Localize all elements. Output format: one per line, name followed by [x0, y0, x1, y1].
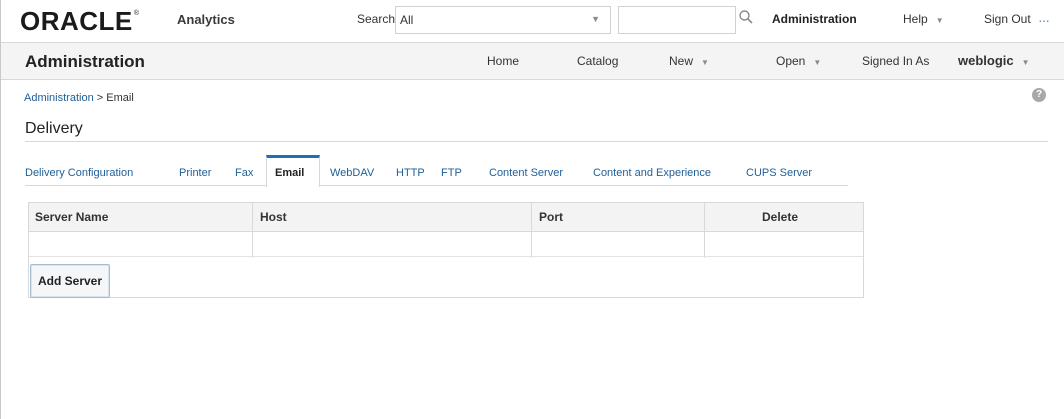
- section-title: Delivery: [25, 120, 83, 137]
- chevron-down-icon: ▼: [935, 16, 944, 25]
- app-window: ORACLE® Analytics Search All ▼ Administr…: [0, 0, 1064, 419]
- section-divider: [25, 141, 1048, 142]
- column-header-server-name[interactable]: Server Name: [35, 210, 108, 224]
- help-icon[interactable]: ?: [1032, 88, 1046, 102]
- new-label: New: [669, 54, 694, 68]
- tab-webdav[interactable]: WebDAV: [330, 167, 374, 179]
- breadcrumb-current: Email: [106, 92, 134, 104]
- tab-http[interactable]: HTTP: [396, 167, 425, 179]
- search-label: Search: [357, 12, 396, 26]
- chevron-down-icon: ▼: [591, 14, 600, 24]
- help-menu[interactable]: Help ▼: [903, 12, 944, 26]
- breadcrumb-separator: >: [96, 92, 104, 104]
- new-menu[interactable]: New ▼: [669, 54, 709, 68]
- search-scope-value: All: [400, 13, 414, 27]
- tab-delivery-configuration[interactable]: Delivery Configuration: [25, 167, 133, 179]
- column-header-port[interactable]: Port: [539, 210, 563, 224]
- tab-cups-server[interactable]: CUPS Server: [746, 167, 812, 179]
- signed-in-as-label: Signed In As: [862, 54, 930, 68]
- product-name: Analytics: [177, 12, 235, 27]
- table-header: Server Name Host Port Delete: [29, 203, 863, 232]
- sign-out-link[interactable]: Sign Out: [984, 12, 1031, 26]
- more-icon[interactable]: ···: [1038, 12, 1050, 28]
- breadcrumb: Administration > Email: [24, 92, 134, 104]
- chevron-down-icon: ▼: [1021, 58, 1030, 67]
- add-server-button[interactable]: Add Server: [30, 264, 110, 298]
- user-name: weblogic: [958, 53, 1014, 68]
- home-link[interactable]: Home: [487, 54, 519, 68]
- top-bar: ORACLE® Analytics Search All ▼ Administr…: [1, 0, 1064, 42]
- header-bar: Administration Home Catalog New ▼ Open ▼ S…: [1, 42, 1064, 80]
- chevron-down-icon: ▼: [701, 58, 709, 67]
- tab-content-and-experience[interactable]: Content and Experience: [593, 167, 711, 179]
- chevron-down-icon: ▼: [813, 58, 822, 67]
- column-header-host[interactable]: Host: [260, 210, 287, 224]
- table-row: [29, 232, 863, 257]
- open-label: Open: [776, 54, 806, 68]
- user-menu[interactable]: weblogic ▼: [958, 53, 1030, 68]
- administration-link[interactable]: Administration: [772, 12, 857, 26]
- search-input[interactable]: [618, 6, 736, 34]
- delivery-tabs: Delivery Configuration Printer Fax Email…: [25, 155, 848, 187]
- email-servers-table: Server Name Host Port Delete Add Server: [28, 202, 864, 298]
- breadcrumb-administration[interactable]: Administration: [24, 92, 94, 104]
- page-header-title: Administration: [25, 52, 145, 71]
- tab-fax[interactable]: Fax: [235, 167, 253, 179]
- tab-printer[interactable]: Printer: [179, 167, 211, 179]
- oracle-logo: ORACLE®: [20, 6, 140, 36]
- search-scope-select[interactable]: All ▼: [395, 6, 611, 34]
- search-icon[interactable]: [738, 9, 754, 25]
- tab-ftp[interactable]: FTP: [441, 167, 462, 179]
- tab-email[interactable]: Email: [266, 155, 320, 187]
- catalog-link[interactable]: Catalog: [577, 54, 618, 68]
- open-menu[interactable]: Open ▼: [776, 54, 821, 68]
- help-label: Help: [903, 12, 928, 26]
- tab-email-label: Email: [275, 167, 305, 179]
- tab-content-server[interactable]: Content Server: [489, 167, 563, 179]
- column-header-delete[interactable]: Delete: [762, 210, 798, 224]
